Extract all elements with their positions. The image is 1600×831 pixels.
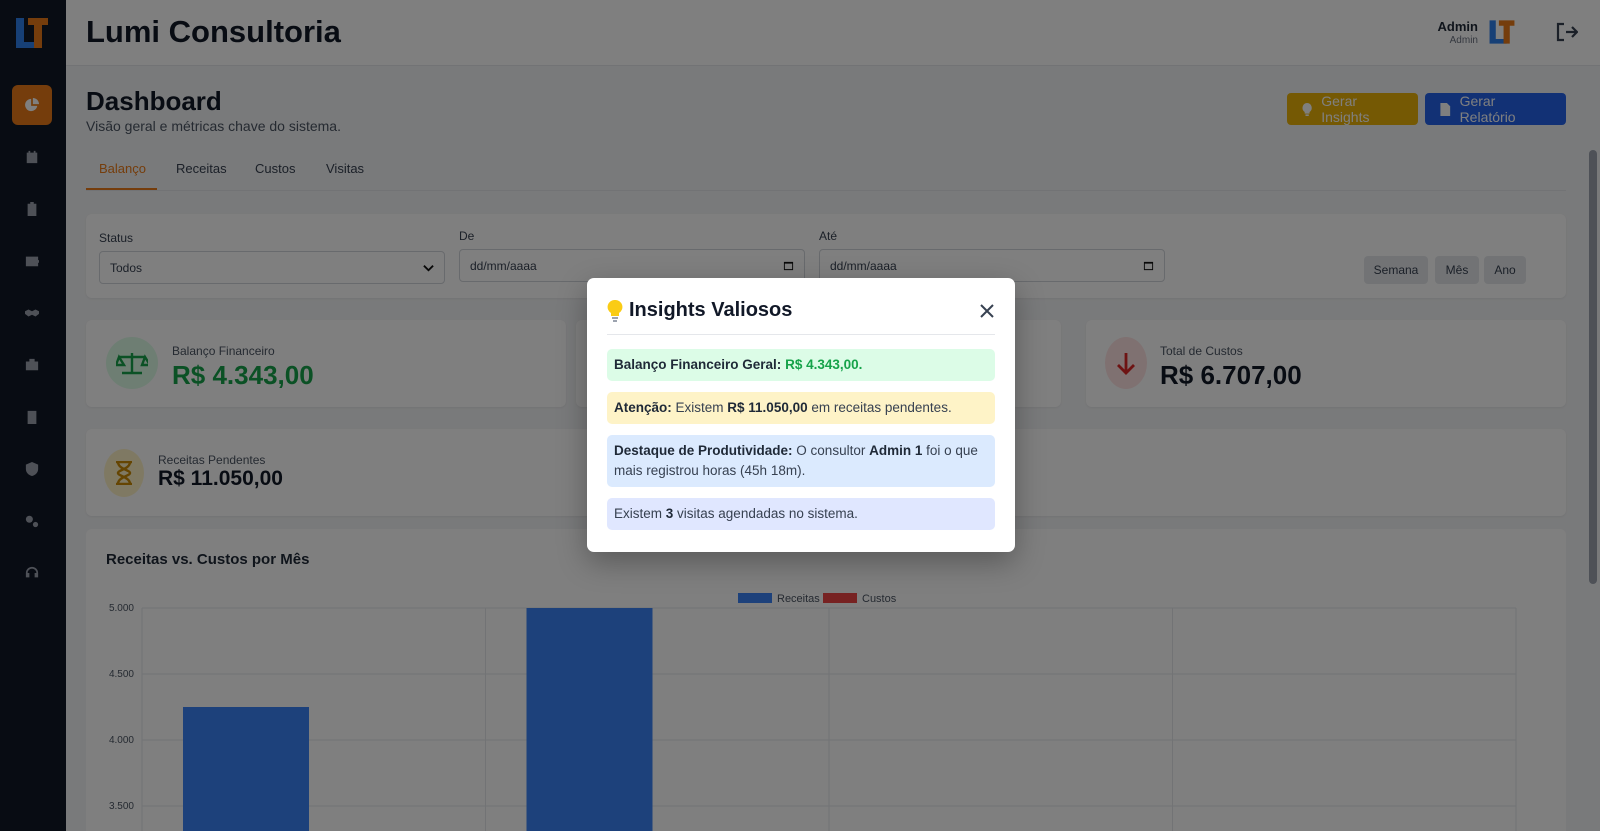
close-icon[interactable] <box>980 304 994 318</box>
insight-attention: Atenção: Existem R$ 11.050,00 em receita… <box>607 392 995 424</box>
insight-balance-value: R$ 4.343,00 <box>785 357 859 372</box>
insight-visits: Existem 3 visitas agendadas no sistema. <box>607 498 995 530</box>
insight-productivity-text: O consultor <box>792 443 870 458</box>
insight-balance-prefix: Balanço Financeiro Geral: <box>614 357 782 372</box>
insights-modal: Insights Valiosos Balanço Financeiro Ger… <box>587 278 1015 552</box>
insight-visits-text-end: visitas agendadas no sistema. <box>673 506 858 521</box>
insight-attention-text-end: em receitas pendentes. <box>807 400 952 415</box>
insight-attention-text: Existem <box>671 400 728 415</box>
insight-attention-value: R$ 11.050,00 <box>727 400 808 415</box>
lightbulb-icon <box>607 300 623 322</box>
insight-visits-text: Existem <box>614 506 666 521</box>
insight-productivity-name: Admin 1 <box>869 443 923 458</box>
insight-balance: Balanço Financeiro Geral: R$ 4.343,00. <box>607 349 995 381</box>
modal-title: Insights Valiosos <box>629 299 793 321</box>
modal-divider <box>607 334 995 335</box>
insight-attention-prefix: Atenção: <box>614 400 672 415</box>
insight-productivity: Destaque de Produtividade: O consultor A… <box>607 435 995 487</box>
insight-balance-suffix: . <box>858 357 863 372</box>
insight-productivity-prefix: Destaque de Produtividade: <box>614 443 793 458</box>
